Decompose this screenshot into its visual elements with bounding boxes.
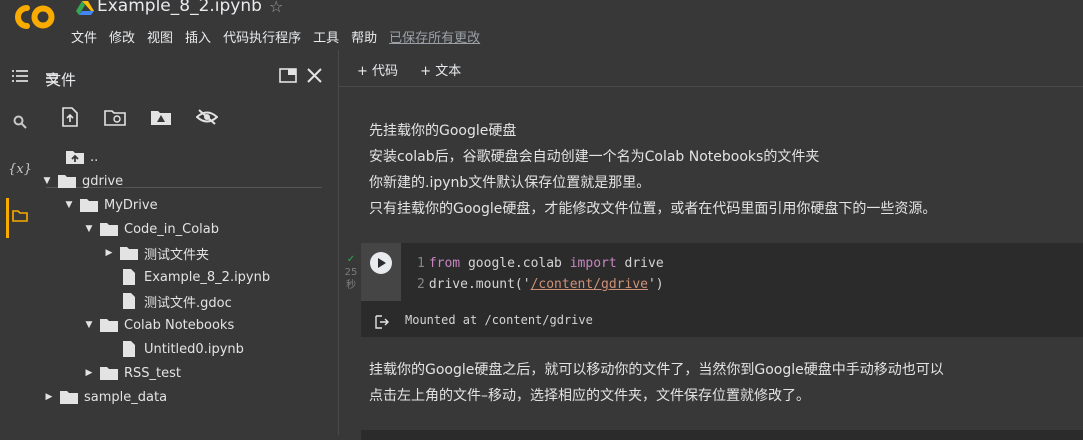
code-line: 1 from google.colab import drive xyxy=(417,256,664,271)
exec-time: 25 xyxy=(344,267,358,278)
tree-item-label: Example_8_2.ipynb xyxy=(144,269,271,285)
folder-icon xyxy=(100,319,118,332)
cell-output: Mounted at /content/gdrive xyxy=(405,313,593,327)
folder-icon xyxy=(60,391,78,404)
files-folder-icon[interactable] xyxy=(8,206,32,230)
menu-file[interactable]: 文件 xyxy=(71,27,97,46)
table-of-contents-icon[interactable] xyxy=(8,67,32,91)
toolbar-divider xyxy=(339,86,1083,87)
tree-item-label: Colab Notebooks xyxy=(124,317,235,333)
tree-item-rss-test[interactable]: ▶ RSS_test xyxy=(82,361,181,385)
cell-exec-status: ✓ 25 秒 xyxy=(343,253,359,292)
refresh-folder-icon[interactable] xyxy=(104,109,126,126)
tree-item-example-ipynb[interactable]: Example_8_2.ipynb xyxy=(102,265,270,289)
close-icon[interactable] xyxy=(307,68,322,83)
files-panel-title: 文件 xyxy=(46,71,77,89)
run-gutter xyxy=(361,243,401,301)
add-text-button[interactable]: + 文本 xyxy=(420,64,461,79)
output-icon[interactable] xyxy=(375,315,389,329)
tree-item-untitled-ipynb[interactable]: Untitled0.ipynb xyxy=(102,337,244,361)
chevron-down-icon[interactable]: ▼ xyxy=(62,200,76,210)
menu-edit[interactable]: 修改 xyxy=(109,27,135,46)
add-code-button[interactable]: + 代码 xyxy=(357,64,398,79)
folder-icon xyxy=(100,223,118,236)
markdown-cell[interactable]: 挂载你的Google硬盘之后，就可以移动你的文件了，当然你到Google硬盘中手… xyxy=(369,357,944,409)
notebook-area: + 代码 + 文本 先挂载你的Google硬盘 安装colab后，谷歌硬盘会自动… xyxy=(339,50,1083,440)
file-icon xyxy=(123,293,135,309)
code-cell[interactable]: 1 from google.colab import drive 2 drive.m… xyxy=(361,243,1083,337)
chevron-down-icon[interactable]: ▼ xyxy=(40,176,54,186)
tree-item-test-gdoc[interactable]: 测试文件.gdoc xyxy=(102,289,232,313)
menu-runtime[interactable]: 代码执行程序 xyxy=(223,27,301,46)
hide-files-icon[interactable] xyxy=(196,108,218,126)
menu-bar: 文件 修改 视图 插入 代码执行程序 工具 帮助 已保存所有更改 xyxy=(71,27,492,46)
chevron-right-icon[interactable]: ▶ xyxy=(42,392,56,402)
tree-item-test-folder[interactable]: ▶ 测试文件夹 xyxy=(102,241,209,265)
tree-item-colab-notebooks[interactable]: ▼ Colab Notebooks xyxy=(82,313,235,337)
tree-item-label: gdrive xyxy=(82,173,124,189)
google-drive-icon[interactable] xyxy=(76,0,94,16)
tree-item-code-in-colab[interactable]: ▼ Code_in_Colab xyxy=(82,217,219,241)
tree-item-label: Untitled0.ipynb xyxy=(144,341,244,357)
notebook-title[interactable]: Example_8_2.ipynb xyxy=(97,0,262,16)
variables-icon[interactable]: {x} xyxy=(8,158,32,182)
menu-tools[interactable]: 工具 xyxy=(313,27,339,46)
tree-item-label: MyDrive xyxy=(104,197,158,213)
code-line: 2 drive.mount('/content/gdrive') xyxy=(417,277,664,292)
tree-item-label: RSS_test xyxy=(124,365,182,381)
chevron-right-icon[interactable]: ▶ xyxy=(82,368,96,378)
markdown-cell[interactable]: 先挂载你的Google硬盘 安装colab后，谷歌硬盘会自动创建一个名为Cola… xyxy=(369,118,936,222)
tree-item-label: Code_in_Colab xyxy=(124,221,219,237)
play-icon xyxy=(378,258,386,268)
tree-item-gdrive[interactable]: ▼ gdrive xyxy=(40,169,124,193)
file-icon xyxy=(123,269,135,285)
folder-icon xyxy=(80,199,98,212)
left-rail: {x} xyxy=(0,50,38,435)
header: Example_8_2.ipynb ☆ 文件 修改 视图 插入 代码执行程序 工… xyxy=(0,0,1083,50)
tree-item-mydrive[interactable]: ▼ MyDrive xyxy=(62,193,158,217)
folder-icon xyxy=(120,247,138,260)
chevron-right-icon[interactable]: ▶ xyxy=(102,248,116,258)
menu-help[interactable]: 帮助 xyxy=(351,27,377,46)
tree-item-parent[interactable]: .. xyxy=(48,145,98,169)
markdown-line: 挂载你的Google硬盘之后，就可以移动你的文件了，当然你到Google硬盘中手… xyxy=(369,362,944,378)
upload-file-icon[interactable] xyxy=(62,107,78,127)
exec-time-unit: 秒 xyxy=(346,280,356,291)
files-panel: 文件 .. ▼ gdrive ▼ MyDrive ▼ Code_in_Colab… xyxy=(38,50,338,435)
check-icon: ✓ xyxy=(346,254,356,265)
tree-item-label: 测试文件夹 xyxy=(144,247,210,263)
tree-item-label: sample_data xyxy=(84,389,168,405)
tree-item-label: 测试文件.gdoc xyxy=(144,295,232,311)
next-code-cell[interactable] xyxy=(361,430,1083,440)
markdown-line: 先挂载你的Google硬盘 xyxy=(369,123,517,139)
chevron-down-icon[interactable]: ▼ xyxy=(82,320,96,330)
markdown-line: 点击左上角的文件–移动，选择相应的文件夹，文件保存位置就修改了。 xyxy=(369,388,810,404)
notebook-toolbar: + 代码 + 文本 xyxy=(357,60,479,79)
parent-folder-icon xyxy=(66,151,84,164)
tree-item-label: .. xyxy=(90,149,99,165)
menu-view[interactable]: 视图 xyxy=(147,27,173,46)
star-icon[interactable]: ☆ xyxy=(269,0,283,16)
chevron-down-icon[interactable]: ▼ xyxy=(82,224,96,234)
code-editor[interactable]: 1 from google.colab import drive 2 drive.m… xyxy=(417,253,664,295)
run-cell-button[interactable] xyxy=(370,252,392,274)
markdown-line: 只有挂载你的Google硬盘，才能修改文件位置，或者在代码里面引用你硬盘下的一些… xyxy=(369,201,937,217)
save-status-link[interactable]: 已保存所有更改 xyxy=(389,27,480,46)
mount-drive-icon[interactable] xyxy=(150,109,172,126)
open-in-tab-icon[interactable] xyxy=(279,68,297,83)
search-icon[interactable] xyxy=(8,113,32,137)
colab-logo[interactable] xyxy=(14,3,58,31)
menu-insert[interactable]: 插入 xyxy=(185,27,211,46)
file-icon xyxy=(123,341,135,357)
folder-icon xyxy=(58,175,76,188)
folder-icon xyxy=(100,367,118,380)
markdown-line: 你新建的.ipynb文件默认保存位置就是那里。 xyxy=(369,175,651,191)
markdown-line: 安装colab后，谷歌硬盘会自动创建一个名为Colab Notebooks的文件… xyxy=(369,149,820,165)
tree-item-sample-data[interactable]: ▶ sample_data xyxy=(42,385,168,409)
